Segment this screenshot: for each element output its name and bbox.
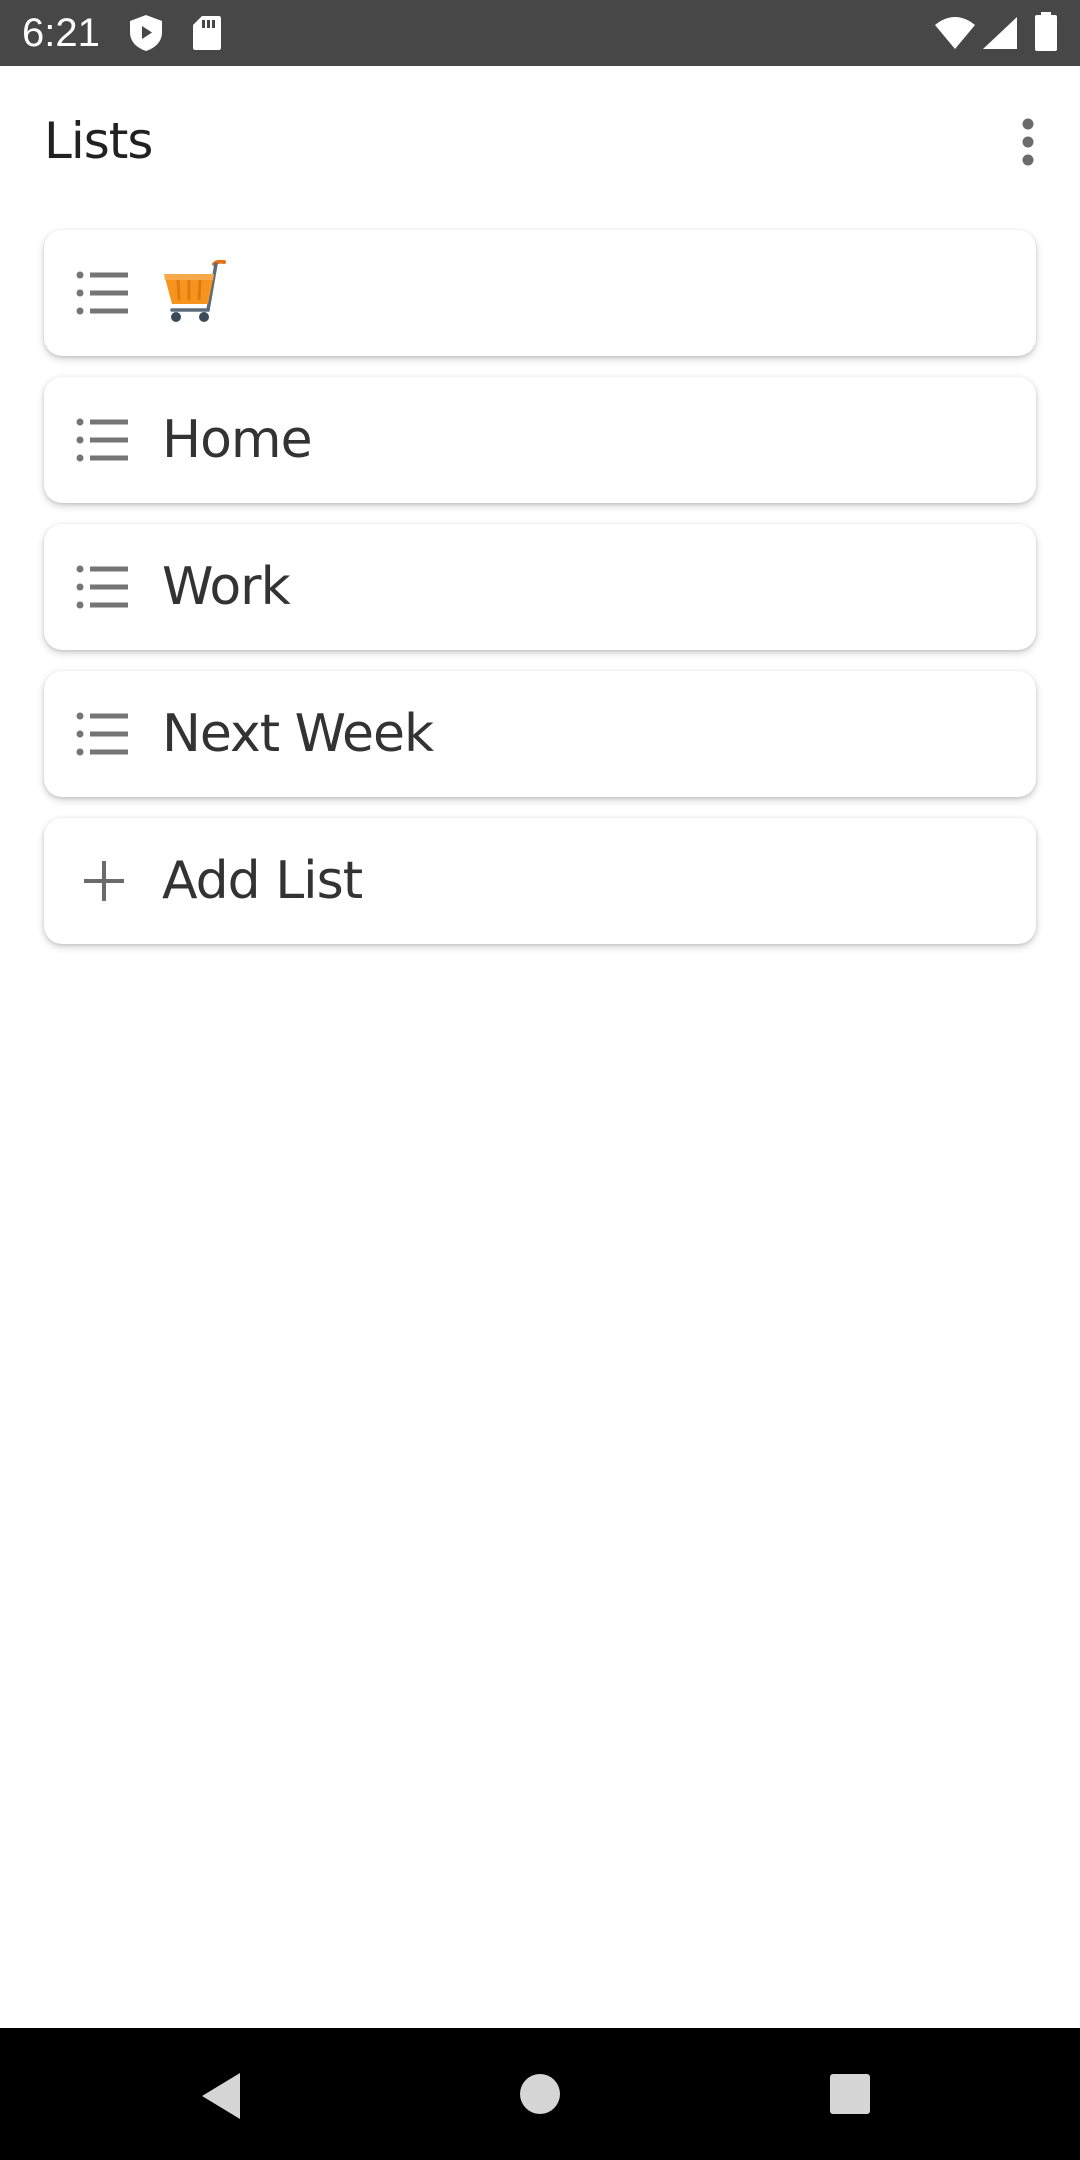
back-icon[interactable] (196, 2070, 246, 2126)
signal-icon (982, 16, 1018, 54)
list-item-label: Next Week (162, 704, 434, 764)
list-icon (76, 271, 130, 315)
list-item-home[interactable]: Home (44, 377, 1036, 503)
list-icon (76, 712, 130, 756)
add-list-button[interactable]: Add List (44, 818, 1036, 944)
sd-card-icon (192, 15, 222, 55)
plus-icon (82, 859, 126, 903)
list-icon (76, 418, 130, 462)
status-bar: 6:21 (0, 0, 1080, 66)
list-item-label: Work (162, 557, 291, 617)
status-time: 6:21 (22, 11, 100, 55)
page-title: Lists (44, 112, 153, 170)
home-icon[interactable] (518, 2072, 562, 2120)
battery-icon (1034, 12, 1058, 56)
shield-icon (128, 14, 164, 56)
shopping-cart-icon (160, 259, 230, 326)
wifi-icon (934, 16, 976, 54)
list-item-shopping[interactable] (44, 230, 1036, 356)
list-item-label: Home (162, 410, 313, 470)
navigation-bar (0, 2028, 1080, 2160)
list-item-next-week[interactable]: Next Week (44, 671, 1036, 797)
list-item-work[interactable]: Work (44, 524, 1036, 650)
app-bar: Lists (0, 66, 1080, 221)
lists-container: Home Work Next Week Add List (44, 230, 1036, 965)
add-list-label: Add List (162, 851, 363, 911)
more-vert-icon (1021, 118, 1035, 170)
overflow-menu-button[interactable] (992, 108, 1064, 180)
recents-icon[interactable] (828, 2072, 872, 2120)
list-icon (76, 565, 130, 609)
